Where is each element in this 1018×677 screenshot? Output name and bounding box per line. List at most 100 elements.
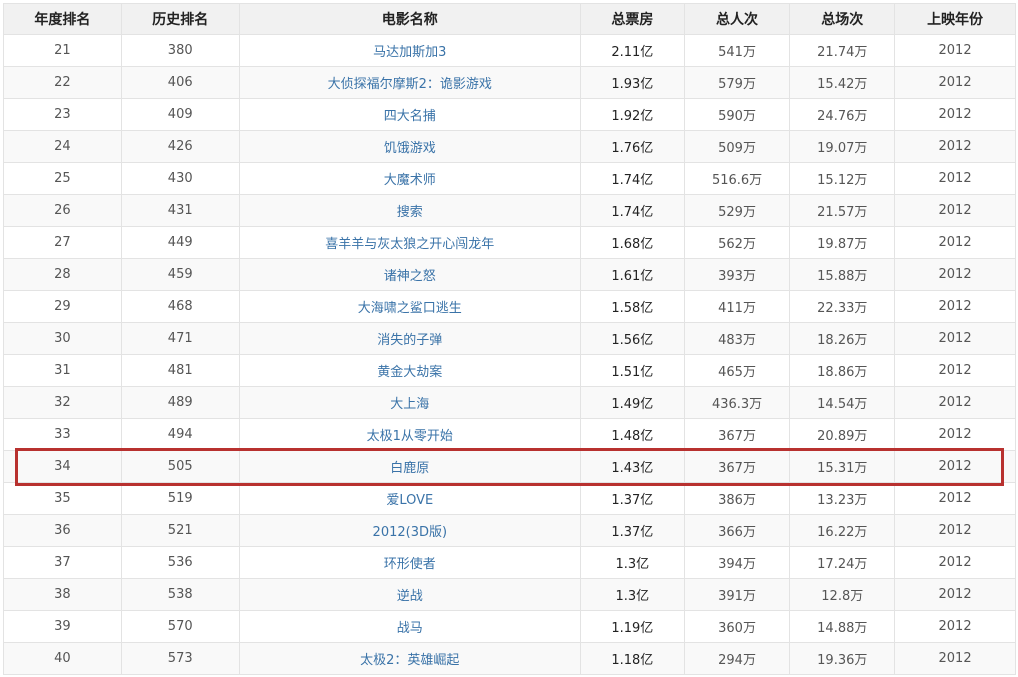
cell-history-rank: 538	[120, 578, 240, 611]
movie-title-link[interactable]: 2012(3D版)	[373, 525, 448, 540]
cell-total-admissions: 367万	[683, 418, 791, 451]
movie-title-link[interactable]: 环形使者	[384, 557, 436, 572]
movie-title-link[interactable]: 诸神之怒	[384, 269, 436, 284]
cell-release-year: 2012	[894, 258, 1016, 291]
movie-title-link[interactable]: 大魔术师	[384, 173, 436, 188]
movie-title-link[interactable]: 大侦探福尔摩斯2：诡影游戏	[328, 77, 492, 92]
cell-total-shows: 17.24万	[789, 546, 896, 579]
cell-movie-title: 搜索	[238, 194, 581, 227]
movie-title-link[interactable]: 逆战	[397, 589, 423, 604]
cell-release-year: 2012	[894, 130, 1016, 163]
table-row: 30 471 消失的子弹 1.56亿 483万 18.26万 2012	[3, 322, 1016, 355]
cell-total-admissions: 294万	[683, 642, 791, 675]
cell-annual-rank: 37	[3, 546, 122, 579]
cell-total-box-office: 1.74亿	[579, 194, 685, 227]
cell-history-rank: 521	[120, 514, 240, 547]
cell-movie-title: 太极2：英雄崛起	[238, 642, 581, 675]
cell-total-admissions: 483万	[683, 322, 791, 355]
cell-total-admissions: 366万	[683, 514, 791, 547]
cell-annual-rank: 28	[3, 258, 122, 291]
movie-title-link[interactable]: 搜索	[397, 205, 423, 220]
movie-title-link[interactable]: 喜羊羊与灰太狼之开心闯龙年	[325, 237, 494, 252]
cell-total-shows: 18.86万	[789, 354, 896, 387]
cell-total-shows: 15.88万	[789, 258, 896, 291]
movie-title-link[interactable]: 大海啸之鲨口逃生	[358, 301, 462, 316]
movie-title-link[interactable]: 大上海	[390, 397, 429, 412]
cell-history-rank: 536	[120, 546, 240, 579]
table-row: 39 570 战马 1.19亿 360万 14.88万 2012	[3, 610, 1016, 643]
cell-movie-title: 太极1从零开始	[238, 418, 581, 451]
cell-annual-rank: 30	[3, 322, 122, 355]
movie-title-link[interactable]: 消失的子弹	[377, 333, 442, 348]
cell-total-box-office: 1.76亿	[579, 130, 685, 163]
cell-total-admissions: 579万	[683, 66, 791, 99]
cell-total-shows: 24.76万	[789, 98, 896, 131]
cell-release-year: 2012	[894, 162, 1016, 195]
cell-total-admissions: 509万	[683, 130, 791, 163]
cell-total-box-office: 1.3亿	[579, 578, 685, 611]
cell-movie-title: 诸神之怒	[238, 258, 581, 291]
movie-title-link[interactable]: 黄金大劫案	[377, 365, 442, 380]
cell-history-rank: 459	[120, 258, 240, 291]
cell-movie-title: 饥饿游戏	[238, 130, 581, 163]
cell-movie-title: 黄金大劫案	[238, 354, 581, 387]
table-row: 40 573 太极2：英雄崛起 1.18亿 294万 19.36万 2012	[3, 642, 1016, 675]
cell-release-year: 2012	[894, 322, 1016, 355]
cell-total-shows: 18.26万	[789, 322, 896, 355]
cell-total-box-office: 1.61亿	[579, 258, 685, 291]
movie-title-link[interactable]: 爱LOVE	[386, 493, 433, 508]
cell-total-shows: 14.54万	[789, 386, 896, 419]
cell-total-admissions: 360万	[683, 610, 791, 643]
cell-history-rank: 489	[120, 386, 240, 419]
table-row: 35 519 爱LOVE 1.37亿 386万 13.23万 2012	[3, 482, 1016, 515]
cell-total-admissions: 386万	[683, 482, 791, 515]
cell-release-year: 2012	[894, 34, 1016, 67]
cell-history-rank: 573	[120, 642, 240, 675]
cell-annual-rank: 39	[3, 610, 122, 643]
cell-total-shows: 13.23万	[789, 482, 896, 515]
cell-history-rank: 481	[120, 354, 240, 387]
box-office-table: 年度排名 历史排名 电影名称 总票房 总人次 总场次 上映年份 21 380 马达加…	[3, 3, 1016, 675]
cell-release-year: 2012	[894, 290, 1016, 323]
cell-total-shows: 22.33万	[789, 290, 896, 323]
cell-total-shows: 15.42万	[789, 66, 896, 99]
cell-total-box-office: 1.3亿	[579, 546, 685, 579]
cell-total-box-office: 1.43亿	[579, 450, 685, 483]
table-row: 27 449 喜羊羊与灰太狼之开心闯龙年 1.68亿 562万 19.87万 2012	[3, 226, 1016, 259]
cell-total-admissions: 516.6万	[683, 162, 791, 195]
cell-total-shows: 19.36万	[789, 642, 896, 675]
movie-title-link[interactable]: 太极1从零开始	[367, 429, 453, 444]
cell-annual-rank: 32	[3, 386, 122, 419]
cell-total-admissions: 529万	[683, 194, 791, 227]
cell-movie-title: 逆战	[238, 578, 581, 611]
cell-release-year: 2012	[894, 642, 1016, 675]
movie-title-link[interactable]: 马达加斯加3	[373, 45, 446, 60]
cell-annual-rank: 40	[3, 642, 122, 675]
table-row: 22 406 大侦探福尔摩斯2：诡影游戏 1.93亿 579万 15.42万 2012	[3, 66, 1016, 99]
cell-movie-title: 大海啸之鲨口逃生	[238, 290, 581, 323]
header-total-box-office: 总票房	[579, 3, 685, 35]
cell-total-admissions: 391万	[683, 578, 791, 611]
cell-total-box-office: 1.49亿	[579, 386, 685, 419]
table-row: 37 536 环形使者 1.3亿 394万 17.24万 2012	[3, 546, 1016, 579]
cell-annual-rank: 25	[3, 162, 122, 195]
cell-total-box-office: 1.51亿	[579, 354, 685, 387]
cell-annual-rank: 22	[3, 66, 122, 99]
movie-title-link[interactable]: 白鹿原	[390, 461, 429, 476]
table-row: 34 505 白鹿原 1.43亿 367万 15.31万 2012	[3, 450, 1016, 483]
cell-history-rank: 406	[120, 66, 240, 99]
cell-history-rank: 471	[120, 322, 240, 355]
movie-title-link[interactable]: 战马	[397, 621, 423, 636]
cell-total-box-office: 1.74亿	[579, 162, 685, 195]
movie-title-link[interactable]: 饥饿游戏	[384, 141, 436, 156]
cell-movie-title: 大魔术师	[238, 162, 581, 195]
cell-release-year: 2012	[894, 386, 1016, 419]
table-row: 32 489 大上海 1.49亿 436.3万 14.54万 2012	[3, 386, 1016, 419]
cell-total-box-office: 1.37亿	[579, 514, 685, 547]
cell-total-box-office: 2.11亿	[579, 34, 685, 67]
movie-title-link[interactable]: 四大名捕	[384, 109, 436, 124]
cell-total-shows: 19.07万	[789, 130, 896, 163]
cell-total-box-office: 1.18亿	[579, 642, 685, 675]
cell-release-year: 2012	[894, 194, 1016, 227]
movie-title-link[interactable]: 太极2：英雄崛起	[360, 653, 459, 668]
